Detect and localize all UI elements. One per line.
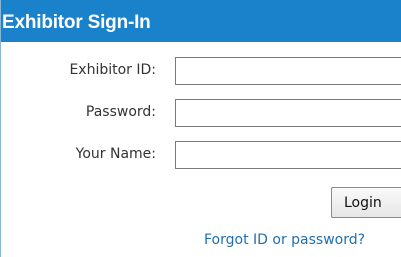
panel-title: Exhibitor Sign-In xyxy=(2,12,151,33)
panel-header: Exhibitor Sign-In xyxy=(1,0,401,42)
your-name-input[interactable] xyxy=(175,141,401,169)
exhibitor-id-label: Exhibitor ID: xyxy=(69,62,156,78)
your-name-label: Your Name: xyxy=(75,146,156,162)
password-label: Password: xyxy=(85,104,156,120)
forgot-credentials-link[interactable]: Forgot ID or password? xyxy=(204,232,365,248)
password-input[interactable] xyxy=(175,99,401,127)
exhibitor-id-input[interactable] xyxy=(175,57,401,85)
sign-in-panel: Exhibitor Sign-In Exhibitor ID: Password… xyxy=(0,0,401,257)
login-button[interactable]: Login xyxy=(331,187,401,218)
